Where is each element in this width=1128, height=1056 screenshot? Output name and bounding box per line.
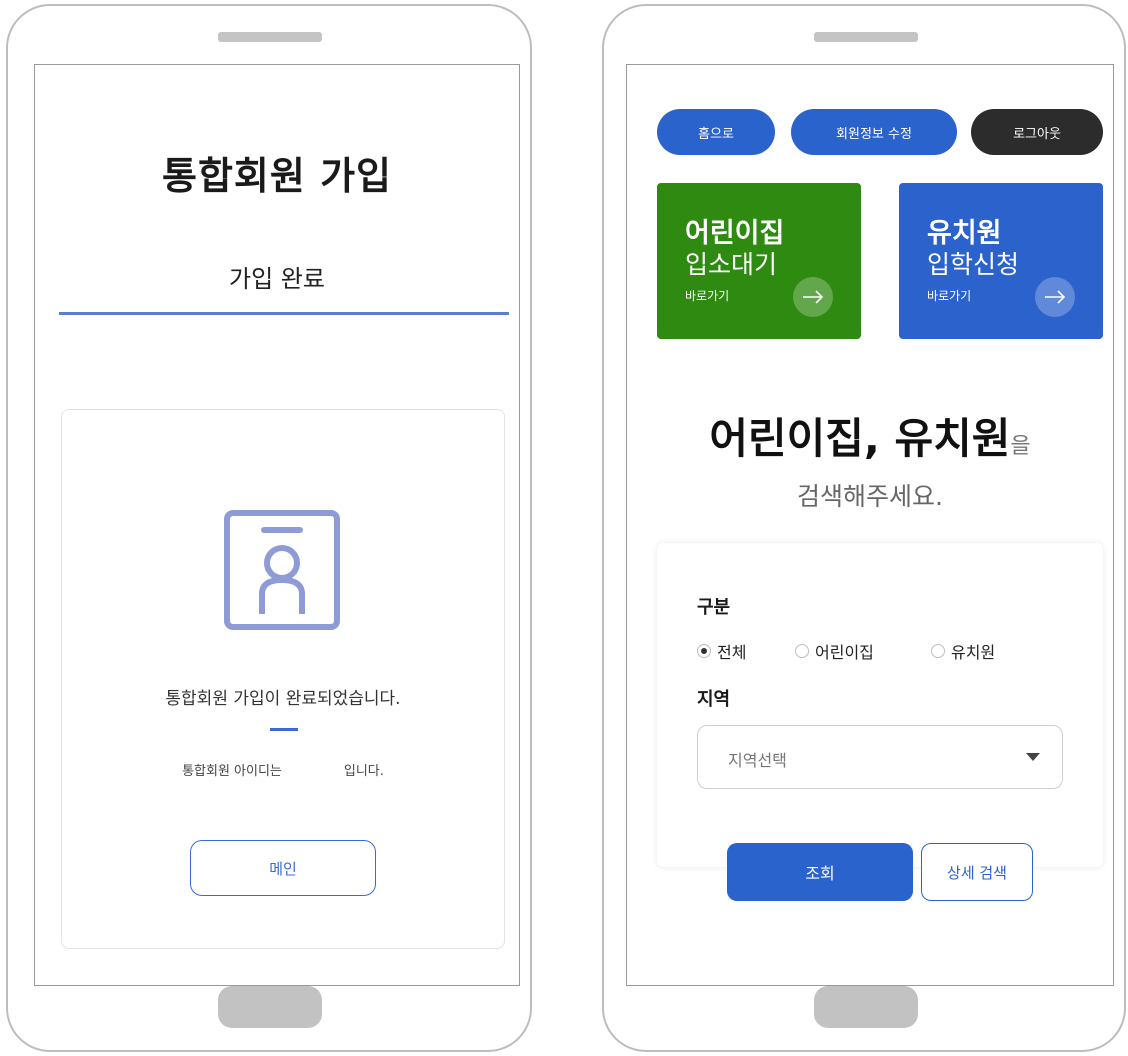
completion-message: 통합회원 가입이 완료되었습니다. — [165, 689, 401, 709]
arrow-right-icon[interactable] — [793, 277, 833, 317]
search-subline: 검색해주세요. — [797, 482, 943, 511]
headline-suffix: 을 — [1010, 434, 1031, 459]
radio-daycare[interactable]: 어린이집 — [795, 639, 874, 663]
radio-unselected-icon — [931, 644, 945, 658]
headline-text: 어린이집, 유치원 — [709, 414, 1011, 463]
home-button[interactable]: 홈으로 — [657, 109, 775, 155]
id-card-icon — [224, 510, 340, 630]
main-button[interactable]: 메인 — [190, 840, 376, 896]
kindergarten-apply-tile[interactable]: 유치원 입학신청 바로가기 — [899, 183, 1103, 339]
tile-link-label: 바로가기 — [685, 289, 730, 303]
phone-frame-left: 통합회원 가입 가입 완료 통합회원 가입이 완료되었습니다. 통합회원 아이디… — [6, 4, 532, 1052]
radio-label: 어린이집 — [815, 643, 874, 662]
tile-link-label: 바로가기 — [927, 289, 972, 303]
radio-label: 유치원 — [951, 643, 996, 662]
caret-down-icon — [1026, 753, 1040, 761]
arrow-right-icon[interactable] — [1035, 277, 1075, 317]
tile-subtitle: 입학신청 — [927, 250, 1020, 279]
member-id-suffix: 입니다. — [343, 764, 384, 779]
completion-card: 통합회원 가입이 완료되었습니다. 통합회원 아이디는 입니다. 메인 — [61, 409, 505, 949]
member-id-prefix: 통합회원 아이디는 — [182, 764, 282, 779]
edit-profile-button[interactable]: 회원정보 수정 — [791, 109, 957, 155]
divider-dash — [270, 728, 298, 731]
region-select-placeholder: 지역선택 — [728, 751, 787, 770]
phone-home-button[interactable] — [218, 986, 322, 1028]
page-title: 통합회원 가입 — [162, 154, 392, 198]
region-select[interactable]: 지역선택 — [697, 725, 1063, 789]
daycare-waitlist-tile[interactable]: 어린이집 입소대기 바로가기 — [657, 183, 861, 339]
tile-subtitle: 입소대기 — [685, 250, 778, 279]
logout-button[interactable]: 로그아웃 — [971, 109, 1103, 155]
radio-selected-icon — [697, 644, 711, 658]
signup-complete-screen: 통합회원 가입 가입 완료 통합회원 가입이 완료되었습니다. 통합회원 아이디… — [34, 64, 520, 986]
radio-kindergarten[interactable]: 유치원 — [931, 639, 995, 663]
region-label: 지역 — [697, 689, 731, 710]
phone-home-button[interactable] — [814, 986, 918, 1028]
phone-speaker — [218, 32, 322, 42]
search-screen: 홈으로 회원정보 수정 로그아웃 어린이집 입소대기 바로가기 유치원 입학신청… — [626, 64, 1114, 986]
step-underline — [59, 312, 509, 315]
member-id-line: 통합회원 아이디는 입니다. — [62, 760, 504, 779]
radio-all[interactable]: 전체 — [697, 639, 746, 663]
step-label: 가입 완료 — [229, 265, 325, 293]
radio-label: 전체 — [717, 643, 747, 662]
phone-frame-right: 홈으로 회원정보 수정 로그아웃 어린이집 입소대기 바로가기 유치원 입학신청… — [602, 4, 1126, 1052]
detail-search-button[interactable]: 상세 검색 — [921, 843, 1033, 901]
radio-unselected-icon — [795, 644, 809, 658]
search-button[interactable]: 조회 — [727, 843, 913, 901]
phone-speaker — [814, 32, 918, 42]
type-label: 구분 — [697, 597, 731, 618]
search-headline: 어린이집, 유치원을 — [627, 405, 1113, 466]
search-form-card: 구분 전체 어린이집 유치원 지역 지역선택 — [657, 543, 1103, 867]
